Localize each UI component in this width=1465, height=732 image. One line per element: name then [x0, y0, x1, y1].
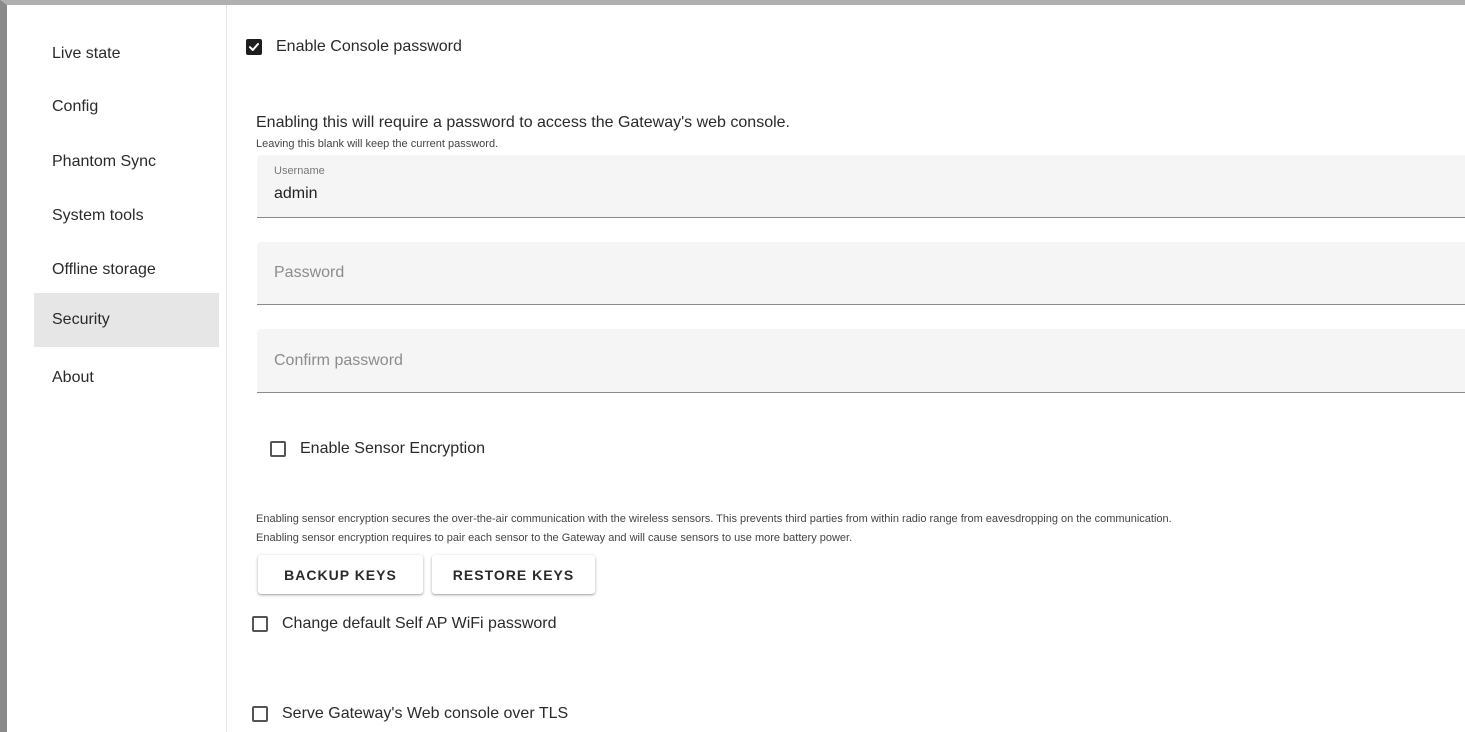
sensor-encryption-label: Enable Sensor Encryption: [300, 440, 485, 457]
sidebar-item-live-state[interactable]: Live state: [34, 27, 219, 81]
tls-checkbox[interactable]: [252, 706, 268, 722]
username-label: Username: [274, 165, 325, 177]
console-password-label: Enable Console password: [276, 38, 462, 55]
password-input[interactable]: [274, 242, 1454, 304]
self-ap-password-label: Change default Self AP WiFi password: [282, 615, 557, 632]
sidebar-item-phantom-sync[interactable]: Phantom Sync: [34, 135, 219, 189]
restore-keys-button[interactable]: RESTORE KEYS: [432, 555, 595, 594]
sensor-encryption-checkbox[interactable]: [270, 441, 286, 457]
sidebar-item-security[interactable]: Security: [34, 293, 219, 347]
checkmark-icon: [249, 43, 259, 51]
self-ap-password-option[interactable]: Change default Self AP WiFi password: [252, 615, 557, 633]
sidebar-item-offline-storage[interactable]: Offline storage: [34, 243, 219, 297]
username-value: admin: [274, 185, 318, 202]
security-panel: Enable Console password Enabling this wi…: [227, 5, 1465, 732]
sidebar-item-system-tools[interactable]: System tools: [34, 189, 219, 243]
console-password-description: Enabling this will require a password to…: [256, 114, 790, 131]
sensor-encryption-description-2: Enabling sensor encryption requires to p…: [256, 532, 853, 544]
sidebar-item-about[interactable]: About: [34, 351, 219, 405]
app-window: Live state Config Phantom Sync System to…: [0, 0, 1465, 732]
confirm-password-input[interactable]: [274, 329, 1454, 392]
tls-option[interactable]: Serve Gateway's Web console over TLS: [252, 705, 568, 723]
tls-label: Serve Gateway's Web console over TLS: [282, 705, 569, 722]
sidebar: Live state Config Phantom Sync System to…: [34, 5, 219, 732]
console-password-checkbox[interactable]: [246, 39, 262, 55]
password-field[interactable]: [257, 242, 1465, 305]
console-password-option[interactable]: Enable Console password: [246, 38, 462, 56]
sensor-encryption-option[interactable]: Enable Sensor Encryption: [270, 440, 485, 458]
confirm-password-field[interactable]: [257, 329, 1465, 393]
console-password-hint: Leaving this blank will keep the current…: [256, 138, 499, 150]
self-ap-password-checkbox[interactable]: [252, 616, 268, 632]
sensor-encryption-description-1: Enabling sensor encryption secures the o…: [256, 513, 1172, 525]
sidebar-item-config[interactable]: Config: [34, 80, 219, 134]
backup-keys-button[interactable]: BACKUP KEYS: [258, 555, 423, 594]
username-field[interactable]: Username admin: [257, 155, 1465, 218]
